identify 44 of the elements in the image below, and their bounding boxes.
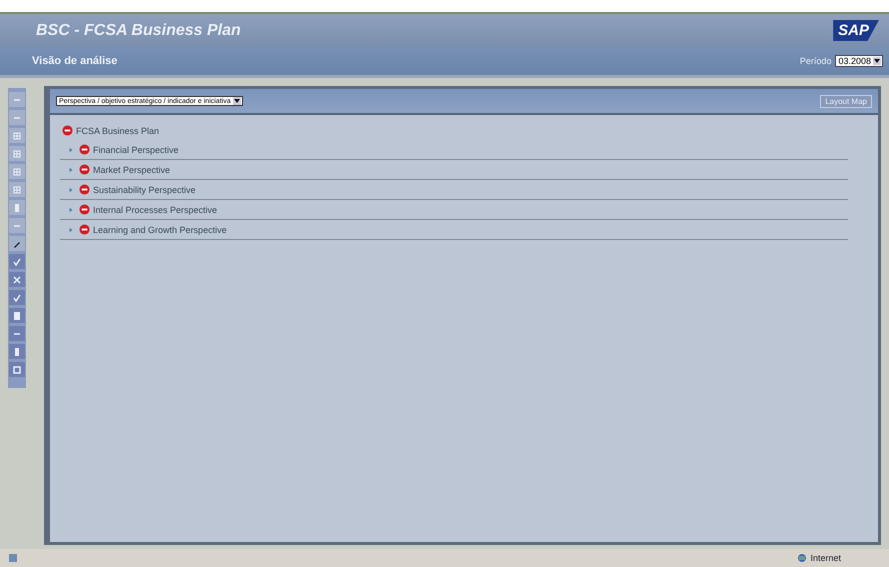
- status-light-icon: [79, 184, 90, 195]
- bar-icon: [12, 346, 22, 356]
- status-light-icon: [79, 224, 90, 235]
- tree-item[interactable]: Sustainability Perspective: [93, 184, 196, 194]
- tree-item[interactable]: Financial Perspective: [93, 144, 179, 154]
- bar-icon: [12, 202, 22, 212]
- toolbar-button[interactable]: [9, 362, 25, 377]
- app-title: BSC - FCSA Business Plan: [36, 22, 241, 40]
- expand-arrow-icon[interactable]: [68, 186, 74, 192]
- view-title: Visão de análise: [32, 55, 118, 67]
- grid-icon: [12, 166, 22, 176]
- grid-icon: [12, 130, 22, 140]
- period-label: Período: [800, 56, 832, 66]
- caret-icon: [873, 57, 881, 65]
- zone-label: Internet: [810, 553, 841, 563]
- check-icon: [12, 256, 22, 266]
- square-icon: [12, 364, 22, 374]
- grid-icon: [12, 148, 22, 158]
- toolbar-button[interactable]: [9, 254, 25, 269]
- status-light-icon: [79, 164, 90, 175]
- expand-arrow-icon[interactable]: [68, 146, 74, 152]
- toolbar-button[interactable]: [9, 344, 25, 359]
- toolbar-button[interactable]: [9, 326, 25, 341]
- period-dropdown[interactable]: 03.2008: [835, 55, 883, 67]
- toolbar-button[interactable]: [9, 290, 25, 305]
- toolbar-button[interactable]: [9, 308, 25, 323]
- status-light-icon: [79, 204, 90, 215]
- toolbar-button[interactable]: [9, 272, 25, 287]
- toolbar-button[interactable]: [9, 236, 25, 251]
- tree-item[interactable]: FCSA Business Plan: [76, 126, 160, 136]
- expand-arrow-icon[interactable]: [68, 166, 74, 172]
- expand-arrow-icon[interactable]: [68, 206, 74, 212]
- globe-icon: [797, 553, 808, 563]
- cross-icon: [12, 274, 22, 284]
- tree-item[interactable]: Internal Processes Perspective: [93, 204, 218, 214]
- grid-icon: [12, 184, 22, 194]
- expand-arrow-icon[interactable]: [68, 226, 74, 232]
- check-icon: [12, 292, 22, 302]
- status-light-icon: [62, 125, 73, 136]
- sap-logo: SAP: [833, 20, 879, 41]
- caret-icon: [232, 97, 241, 105]
- tree-item[interactable]: Learning and Growth Perspective: [93, 224, 227, 234]
- status-light-icon: [79, 144, 90, 155]
- tree-item[interactable]: Market Perspective: [93, 164, 170, 174]
